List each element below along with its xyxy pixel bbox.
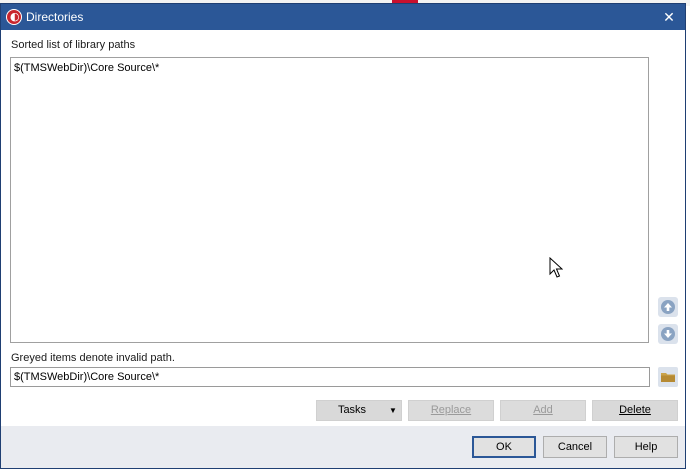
path-input[interactable] — [10, 367, 650, 387]
delete-label: Delete — [619, 404, 651, 416]
tasks-button[interactable]: Tasks ▼ — [316, 400, 402, 421]
list-item[interactable]: $(TMSWebDir)\Core Source\* — [14, 62, 159, 74]
close-button[interactable]: ✕ — [659, 7, 679, 27]
cancel-button[interactable]: Cancel — [543, 436, 607, 458]
help-button[interactable]: Help — [614, 436, 678, 458]
tasks-label: Tasks — [337, 404, 367, 416]
folder-icon — [661, 373, 675, 382]
list-heading: Sorted list of library paths — [11, 39, 136, 51]
add-button[interactable]: Add — [500, 400, 586, 421]
mouse-cursor-icon — [549, 257, 563, 278]
ok-button[interactable]: OK — [472, 436, 536, 458]
arrow-up-circle-icon — [661, 300, 675, 314]
invalid-path-hint: Greyed items denote invalid path. — [11, 352, 175, 364]
add-label: Add — [533, 404, 553, 416]
library-path-list[interactable]: $(TMSWebDir)\Core Source\* — [10, 57, 649, 343]
delete-button[interactable]: Delete — [592, 400, 678, 421]
replace-label: Replace — [430, 404, 472, 416]
move-up-button[interactable] — [658, 297, 678, 317]
dialog-content: Sorted list of library paths $(TMSWebDir… — [1, 30, 685, 426]
dialog-title: Directories — [26, 10, 84, 24]
app-icon: ◐ — [6, 9, 22, 25]
move-down-button[interactable] — [658, 324, 678, 344]
dialog-footer: OK Cancel Help — [1, 426, 685, 468]
browse-folder-button[interactable] — [658, 367, 678, 387]
replace-button[interactable]: Replace — [408, 400, 494, 421]
arrow-down-circle-icon — [661, 327, 675, 341]
title-bar[interactable]: ◐ Directories ✕ — [1, 4, 685, 30]
directories-dialog: ◐ Directories ✕ Sorted list of library p… — [0, 3, 686, 469]
caret-down-icon[interactable]: ▼ — [385, 401, 401, 420]
